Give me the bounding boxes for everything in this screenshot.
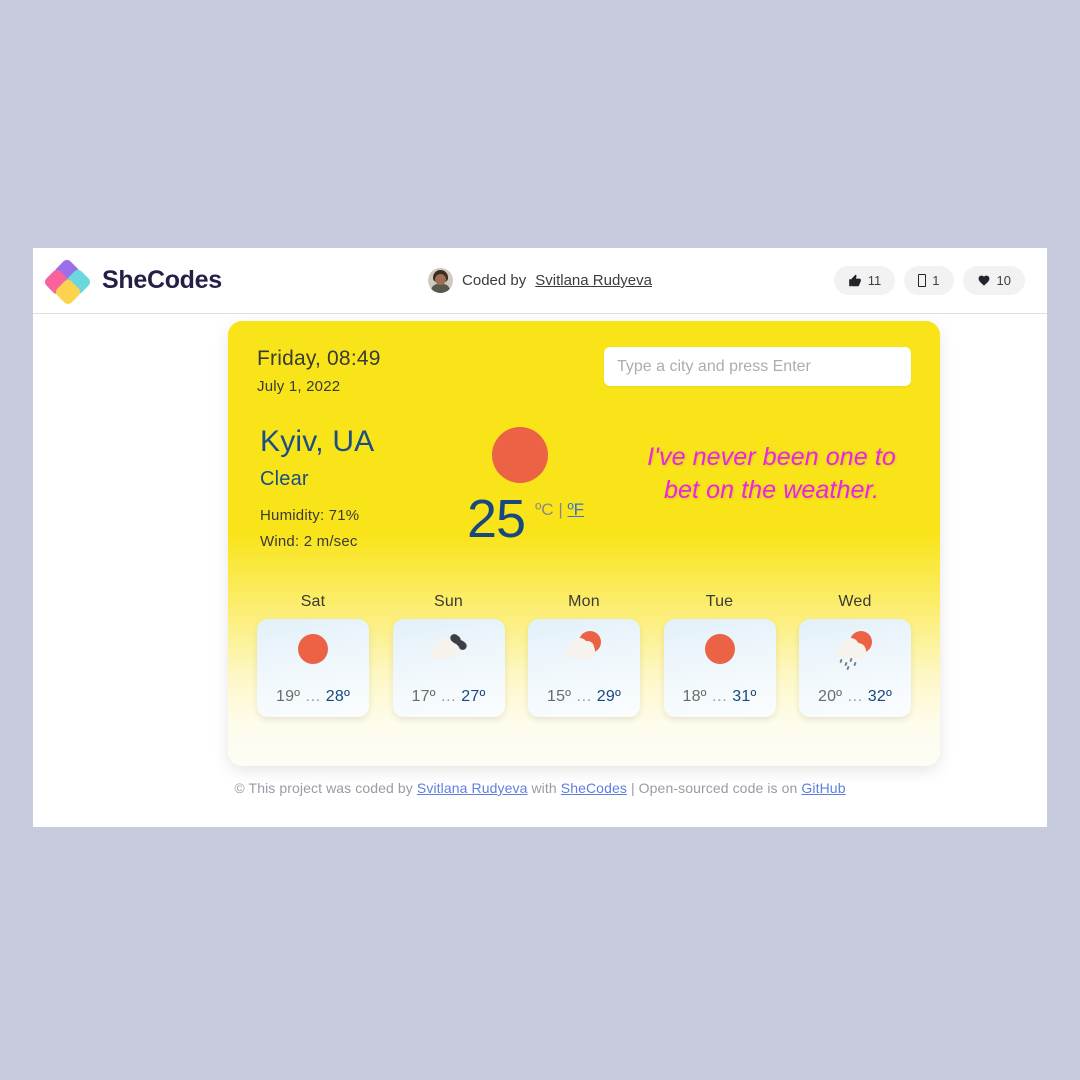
heart-icon: [977, 274, 991, 287]
footer-org-link[interactable]: SheCodes: [561, 780, 627, 796]
site-footer: © This project was coded by Svitlana Rud…: [33, 780, 1047, 796]
sun-disc: [298, 634, 328, 664]
brand-name: SheCodes: [102, 266, 222, 294]
forecast-temps: 20º … 32º: [818, 688, 892, 706]
date: July 1, 2022: [257, 378, 341, 395]
forecast-column: Wed 20º … 32º: [799, 593, 911, 717]
forecast-separator: …: [575, 688, 593, 705]
credit: Coded by Svitlana Rudyeva: [428, 268, 652, 293]
page-body: Friday, 08:49 July 1, 2022 Kyiv, UA Clea…: [33, 314, 1047, 826]
comment-count: 1: [932, 273, 940, 288]
forecast-day: Tue: [705, 593, 734, 610]
cloud-bump: [842, 638, 859, 655]
forecast: Sat 19º … 28º Sun 17º … 27º Mon 15º … 29…: [257, 593, 911, 717]
forecast-separator: …: [846, 688, 864, 705]
forecast-temps: 15º … 29º: [547, 688, 621, 706]
comment-badge[interactable]: 1: [904, 266, 954, 295]
shecodes-diamond-logo-icon: [42, 257, 93, 306]
weather-overview: Kyiv, UA Clear Humidity: 71% Wind: 2 m/s…: [257, 425, 467, 550]
datetime: Friday, 08:49 July 1, 2022: [257, 347, 381, 395]
forecast-column: Sun 17º … 27º: [392, 593, 505, 717]
forecast-temps: 19º … 28º: [276, 688, 350, 706]
sun-disc: [704, 634, 735, 664]
weather-card: Friday, 08:49 July 1, 2022 Kyiv, UA Clea…: [228, 321, 940, 766]
forecast-tile[interactable]: 17º … 27º: [392, 619, 505, 717]
footer-github-link[interactable]: GitHub: [801, 780, 845, 796]
thumbs-up-count: 11: [867, 273, 882, 288]
heart-badge[interactable]: 10: [962, 266, 1025, 295]
forecast-max: 31º: [732, 688, 757, 705]
forecast-tile[interactable]: 20º … 32º: [799, 619, 911, 717]
unit-celsius: ºC: [535, 500, 554, 519]
city-name: Kyiv, UA: [260, 425, 375, 458]
temperature-value: 25: [467, 489, 526, 549]
thumbs-up-icon: [848, 274, 862, 288]
brand[interactable]: SheCodes: [42, 257, 222, 306]
cloud-bump: [435, 638, 453, 655]
credit-prefix: Coded by: [462, 272, 527, 289]
temperature-units: ºC | ºF: [535, 500, 584, 520]
forecast-day: Mon: [568, 593, 600, 610]
forecast-max: 28º: [325, 688, 350, 705]
unit-fahrenheit-link[interactable]: ºF: [567, 500, 584, 519]
sun-icon: [492, 427, 548, 483]
forecast-day: Wed: [838, 593, 872, 610]
rain-drops: [838, 657, 864, 671]
footer-text-2: with: [531, 780, 557, 796]
comment-icon: [918, 274, 927, 287]
sun-icon: [697, 631, 743, 671]
humidity-value: Humidity: 71%: [260, 507, 360, 524]
search-input[interactable]: [604, 347, 911, 386]
forecast-temps: 18º … 31º: [682, 688, 756, 706]
forecast-min: 20º: [817, 688, 843, 705]
forecast-min: 17º: [411, 688, 436, 705]
current-weather: 25 ºC | ºF: [467, 425, 632, 549]
card-top: Friday, 08:49 July 1, 2022: [257, 347, 911, 395]
forecast-column: Sat 19º … 28º: [257, 593, 369, 717]
site-header: SheCodes Coded by Svitlana Rudyeva 11 1 …: [33, 248, 1047, 314]
day-time: Friday, 08:49: [257, 347, 381, 370]
forecast-min: 19º: [275, 688, 301, 705]
footer-text-1: © This project was coded by: [234, 780, 413, 796]
temperature-row: 25 ºC | ºF: [467, 489, 584, 549]
unit-separator: |: [558, 500, 563, 519]
forecast-tile[interactable]: 19º … 28º: [257, 619, 369, 717]
sun-behind-rain-icon: [832, 631, 878, 671]
forecast-min: 18º: [682, 688, 707, 705]
sun-behind-cloud-icon: [561, 631, 607, 671]
avatar-face: [435, 274, 447, 285]
forecast-tile[interactable]: 15º … 29º: [528, 619, 640, 717]
weather-quote: I've never been one to bet on the weathe…: [647, 443, 896, 504]
forecast-max: 32º: [867, 688, 892, 705]
forecast-separator: …: [440, 688, 457, 705]
forecast-temps: 17º … 27º: [411, 688, 485, 706]
heart-count: 10: [996, 273, 1011, 288]
sun-icon: [290, 631, 336, 671]
broken-clouds-icon: [426, 631, 472, 671]
card-main: Kyiv, UA Clear Humidity: 71% Wind: 2 m/s…: [257, 425, 911, 550]
credit-author-link[interactable]: Svitlana Rudyeva: [535, 272, 652, 289]
footer-author-link[interactable]: Svitlana Rudyeva: [417, 780, 528, 796]
avatar-body: [431, 284, 451, 293]
forecast-day: Sun: [433, 593, 464, 610]
app-window: SheCodes Coded by Svitlana Rudyeva 11 1 …: [33, 248, 1047, 827]
cloud-bump: [581, 641, 594, 654]
forecast-separator: …: [711, 688, 728, 705]
forecast-day: Sat: [300, 593, 326, 610]
forecast-min: 15º: [546, 688, 572, 705]
forecast-separator: …: [304, 688, 322, 705]
forecast-column: Mon 15º … 29º: [528, 593, 640, 717]
badges: 11 1 10: [833, 266, 1025, 295]
wind-value: Wind: 2 m/sec: [260, 533, 358, 550]
forecast-tile[interactable]: 18º … 31º: [663, 619, 776, 717]
thumbs-up-badge[interactable]: 11: [833, 266, 896, 295]
avatar: [428, 268, 454, 293]
forecast-max: 27º: [461, 688, 486, 705]
weather-condition: Clear: [260, 468, 309, 490]
forecast-max: 29º: [596, 688, 621, 705]
footer-text-3: | Open-sourced code is on: [630, 780, 798, 796]
forecast-column: Tue 18º … 31º: [663, 593, 776, 717]
